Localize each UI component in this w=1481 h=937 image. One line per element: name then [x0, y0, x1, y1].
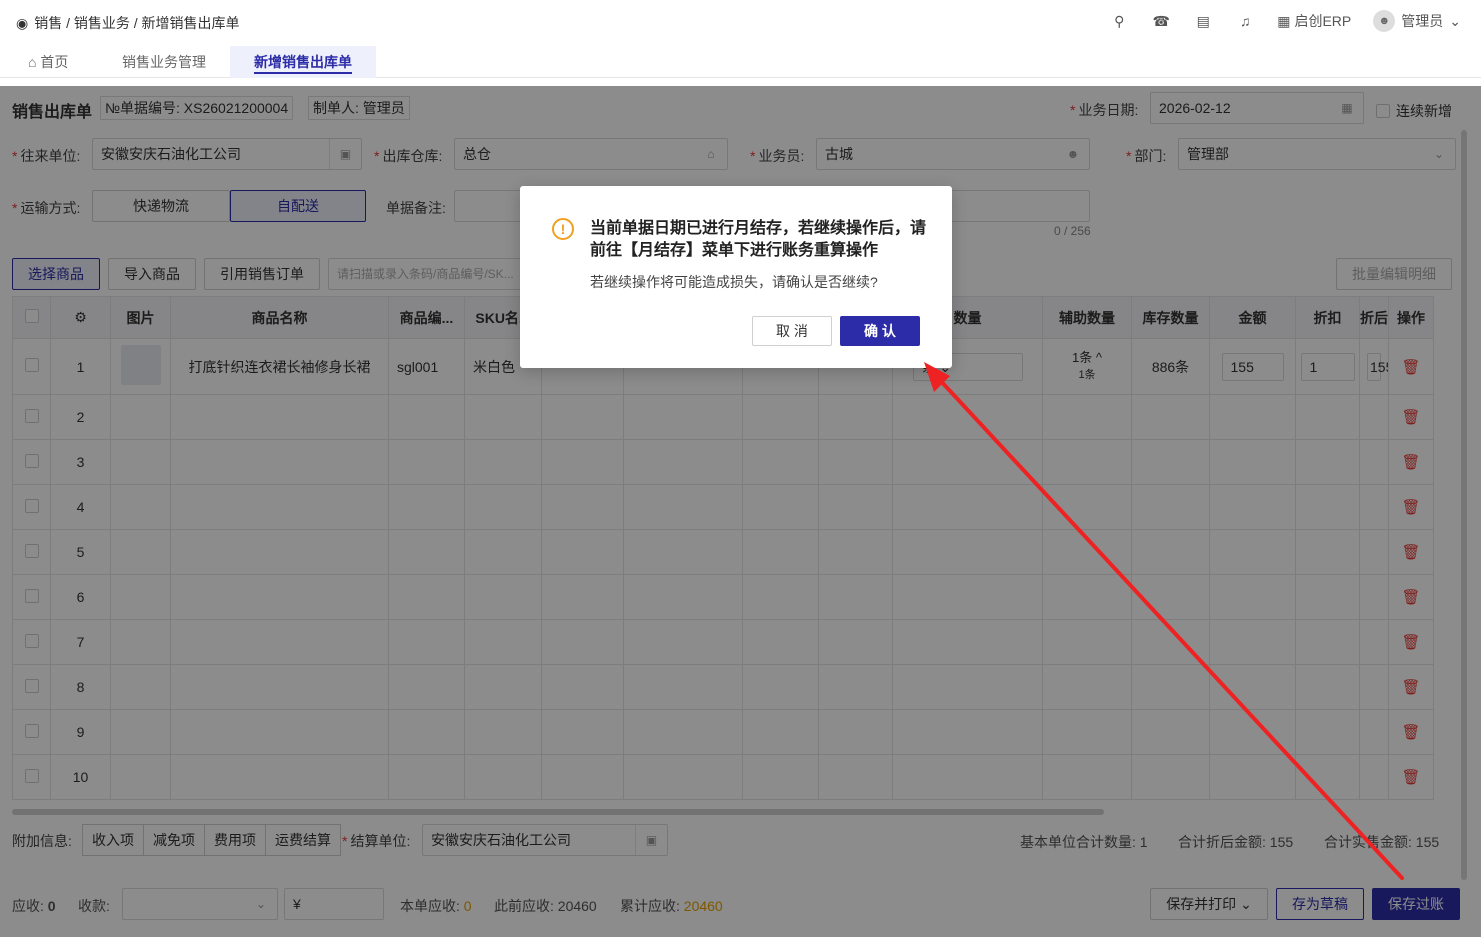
warning-icon: ! — [552, 218, 574, 240]
tab-home-label: 首页 — [40, 54, 69, 70]
avatar: ☻ — [1373, 10, 1396, 32]
breadcrumb: ◉ 销售 / 销售业务 / 新增销售出库单 — [16, 13, 240, 33]
cancel-button[interactable]: 取 消 — [752, 316, 832, 346]
tab-sales-business[interactable]: 销售业务管理 — [98, 46, 230, 78]
location-pin-icon: ◉ — [16, 14, 29, 31]
dialog-title: 当前单据日期已进行月结存，若继续操作后，请前往【月结存】菜单下进行账务重算操作 — [590, 220, 927, 259]
breadcrumb-text: 销售 / 销售业务 / 新增销售出库单 — [34, 15, 240, 31]
confirm-dialog: ! 当前单据日期已进行月结存，若继续操作后，请前往【月结存】菜单下进行账务重算操… — [520, 186, 952, 368]
home-icon: ⌂ — [28, 54, 37, 70]
header-actions: ⚲ ☎ ▤ ♫ ▦ 启创ERP ☻ 管理员 ⌄ — [1109, 10, 1461, 32]
company-switcher[interactable]: ▦ 启创ERP — [1277, 11, 1351, 31]
tab-home[interactable]: ⌂ 首页 — [4, 46, 92, 78]
tab-new-sales-outbound[interactable]: 新增销售出库单 — [230, 46, 376, 78]
page-tabs: ⌂ 首页 销售业务管理 新增销售出库单 — [0, 44, 1481, 78]
top-bar: ◉ 销售 / 销售业务 / 新增销售出库单 ⚲ ☎ ▤ ♫ ▦ 启创ERP ☻ … — [0, 0, 1481, 44]
dialog-text: 若继续操作将可能造成损失，请确认是否继续? — [590, 274, 878, 290]
building-icon: ▦ — [1277, 12, 1291, 29]
confirm-button[interactable]: 确 认 — [840, 316, 920, 346]
tab-new-sales-outbound-label: 新增销售出库单 — [254, 54, 352, 70]
tab-sales-business-label: 销售业务管理 — [122, 54, 206, 70]
search-icon[interactable]: ⚲ — [1109, 11, 1129, 31]
user-name: 管理员 — [1401, 13, 1444, 29]
company-name: 启创ERP — [1294, 13, 1352, 29]
chevron-down-icon: ⌄ — [1449, 12, 1461, 29]
book-icon[interactable]: ▤ — [1193, 11, 1213, 31]
support-icon[interactable]: ☎ — [1151, 11, 1171, 31]
user-menu[interactable]: ☻ 管理员 ⌄ — [1373, 10, 1461, 32]
bell-icon[interactable]: ♫ — [1235, 11, 1255, 31]
